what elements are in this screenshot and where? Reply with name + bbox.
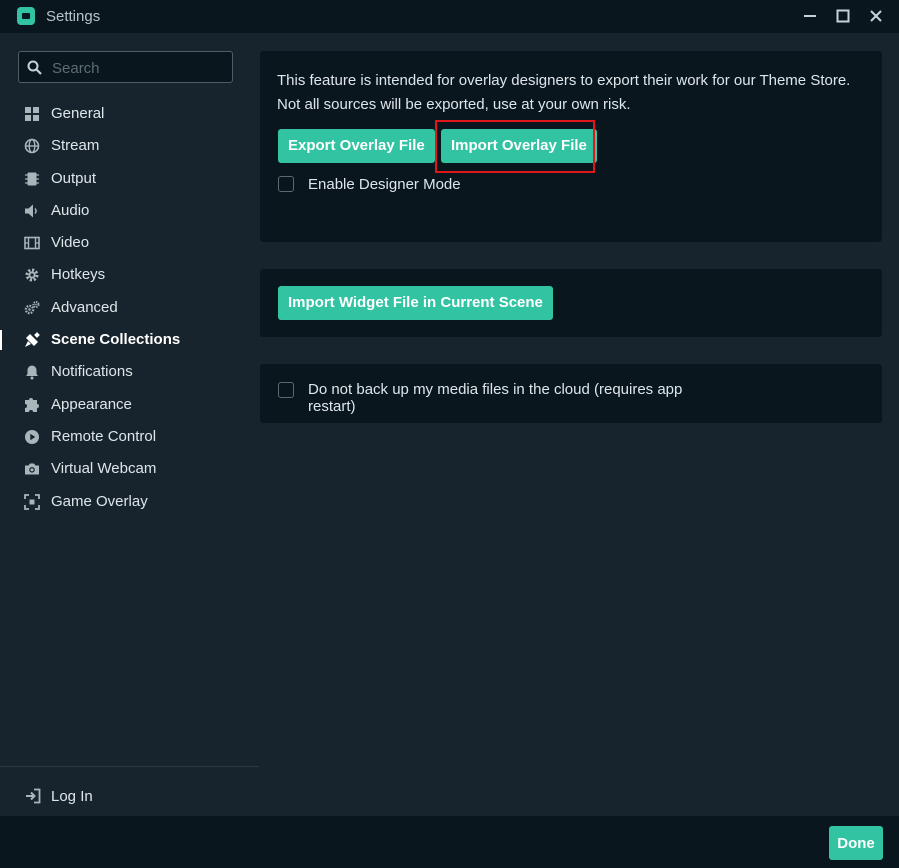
maximize-button[interactable] [833,6,853,26]
media-backup-checkbox[interactable] [278,382,294,398]
title-bar: Settings [0,0,899,33]
speaker-icon [25,204,37,218]
settings-content: This feature is intended for overlay des… [259,33,899,816]
close-button[interactable] [866,6,886,26]
sidebar-item-label: Audio [51,201,90,219]
login-button[interactable]: Log In [0,778,259,814]
sidebar-item-general[interactable]: General [0,98,259,130]
done-button[interactable]: Done [829,826,883,860]
search-icon [27,60,42,75]
sidebar-item-label: Video [51,234,90,252]
sidebar-item-label: General [51,105,105,122]
app-logo-icon [17,7,35,25]
chip-icon [25,172,39,186]
sidebar-item-appearance[interactable]: Appearance [0,389,259,421]
media-backup-label-line-1: Do not back up my media files in the clo… [308,381,683,398]
puzzle-icon [25,397,39,412]
sidebar-item-label: Output [51,169,97,187]
sidebar-item-advanced[interactable]: Advanced [0,292,259,324]
sidebar-item-label: Advanced [51,298,118,316]
globe-icon [24,138,40,154]
gear-icon [25,268,39,282]
settings-sidebar: General Stream Output Audio [0,33,259,816]
sidebar-item-game-overlay[interactable]: Game Overlay [0,486,259,518]
sidebar-item-label: Virtual Webcam [51,460,157,478]
play-circle-icon [25,429,39,444]
close-icon [870,10,882,22]
sidebar-item-notifications[interactable]: Notifications [0,356,259,388]
sidebar-item-label: Hotkeys [51,266,106,284]
settings-nav: General Stream Output Audio Video Hotkey… [0,98,259,518]
sidebar-item-label: Notifications [51,363,133,381]
sidebar-item-hotkeys[interactable]: Hotkeys [0,259,259,291]
overlay-description: This feature is intended for overlay des… [277,69,850,117]
gears-icon [24,300,40,315]
film-icon [24,236,40,250]
sidebar-item-scene-collections[interactable]: Scene Collections [0,324,259,356]
bell-icon [26,365,38,380]
sidebar-item-stream[interactable]: Stream [0,130,259,162]
camera-icon [25,463,39,475]
description-line-1: This feature is intended for overlay des… [277,72,851,89]
media-backup-card: Do not back up my media files in the clo… [260,364,882,423]
designer-mode-label: Enable Designer Mode [308,176,461,193]
highlight-box [435,120,595,173]
sidebar-item-label: Appearance [51,395,132,413]
window-title: Settings [46,8,101,25]
search-box [18,51,233,83]
grid-icon [25,107,39,121]
sidebar-item-virtual-webcam[interactable]: Virtual Webcam [0,453,259,485]
sidebar-item-label: Remote Control [51,427,157,445]
sidebar-item-remote-control[interactable]: Remote Control [0,421,259,453]
sidebar-item-audio[interactable]: Audio [0,195,259,227]
widget-import-card: Import Widget File in Current Scene [260,269,882,337]
settings-footer: Done [0,816,899,868]
sidebar-item-label: Game Overlay [51,492,148,510]
minimize-button[interactable] [800,6,820,26]
login-icon [26,788,41,804]
import-widget-button[interactable]: Import Widget File in Current Scene [278,286,553,320]
search-input[interactable] [50,57,224,79]
sidebar-item-label: Stream [51,137,100,155]
sidebar-item-video[interactable]: Video [0,227,259,259]
sidebar-item-output[interactable]: Output [0,163,259,195]
sidebar-item-label: Scene Collections [51,331,181,349]
maximize-icon [836,9,850,23]
scene-icon [25,332,40,348]
sidebar-divider [0,766,259,767]
minimize-icon [804,15,816,17]
export-overlay-button[interactable]: Export Overlay File [278,129,435,163]
media-backup-label-line-2: restart) [308,398,356,415]
overlay-export-card: This feature is intended for overlay des… [260,51,882,242]
login-label: Log In [51,788,93,805]
media-backup-label: Do not back up my media files in the clo… [308,381,682,415]
designer-mode-checkbox[interactable] [278,176,294,192]
expand-icon [24,493,40,510]
description-line-2: Not all sources will be exported, use at… [277,96,631,113]
